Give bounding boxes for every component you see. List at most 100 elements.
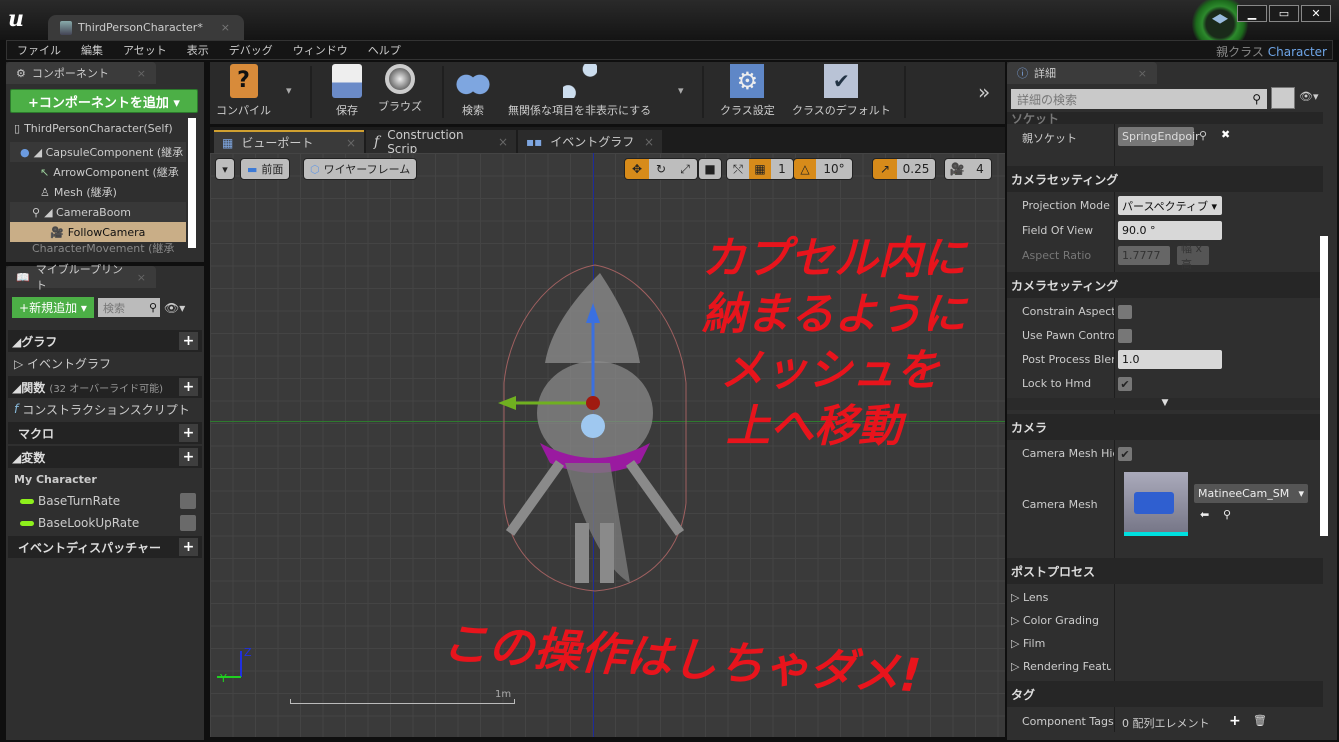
variable-item[interactable]: BaseTurnRate [8,490,202,512]
compile-options-dropdown[interactable]: ▾ [286,84,292,97]
visibility-eye-icon[interactable] [180,515,196,531]
viewport-options-dropdown[interactable]: ▾ [215,158,235,180]
fov-slider-input[interactable]: 90.0 ° [1118,221,1222,240]
pp-color-grading-row[interactable]: ▷ Color Grading [1007,609,1323,633]
surface-snap-icon[interactable]: ⤲ [727,159,749,179]
compile-button[interactable]: ? コンパイル [216,64,271,118]
menu-view[interactable]: 表示 [177,42,219,58]
components-tab[interactable]: ⚙ コンポーネント × [6,62,156,84]
components-scrollbar[interactable] [188,118,196,248]
document-tab[interactable]: ThirdPersonCharacter* × [48,15,244,40]
details-tab[interactable]: ⓘ 詳細 × [1007,62,1157,84]
add-dispatcher-button[interactable]: + [179,538,198,556]
camera-mesh-dropdown[interactable]: MatineeCam_SM ▾ [1194,484,1308,503]
tree-item-cameraboom[interactable]: ⚲ ◢ CameraBoom [10,202,186,222]
close-tab-icon[interactable]: × [221,21,230,34]
save-button[interactable]: 保存 [332,64,362,118]
find-button[interactable]: 検索 [456,64,490,118]
menu-asset[interactable]: アセット [113,42,177,58]
character-mesh-wireframe[interactable] [490,263,700,593]
tree-item-mesh[interactable]: ♙ Mesh (継承) [10,182,186,202]
menu-help[interactable]: ヘルプ [358,42,411,58]
tree-item-movement[interactable]: CharacterMovement (継承 [10,242,186,254]
variable-item[interactable]: BaseLookUpRate [8,512,202,534]
section-camera[interactable]: カメラ [1007,414,1323,440]
close-tab-icon[interactable]: × [498,135,508,149]
add-new-button[interactable]: +新規追加 ▾ [12,297,94,318]
hide-unrelated-button[interactable]: 無関係な項目を非表示にする [508,64,651,118]
section-event-dispatchers[interactable]: イベントディスパッチャー + [8,536,202,558]
use-selected-arrow-icon[interactable]: ⬅ [1200,508,1209,521]
tree-item-capsule[interactable]: ● ◢ CapsuleComponent (継承 [10,142,186,162]
view-options-eye-icon[interactable]: 👁▾ [164,301,185,315]
projection-mode-dropdown[interactable]: パースペクティブ ▾ [1118,196,1222,215]
pp-lens-row[interactable]: ▷ Lens [1007,586,1323,610]
tree-item-self[interactable]: ▯ ThirdPersonCharacter(Self) [10,118,186,138]
my-blueprint-tab[interactable]: 📖 マイブループリント × [6,263,156,292]
section-socket[interactable]: ソケット [1007,112,1323,124]
constrain-aspect-checkbox[interactable] [1118,305,1132,319]
grid-snap-icon[interactable]: ▦ [749,159,771,179]
blueprint-search-input[interactable]: 検索 ⚲ [98,298,160,317]
grid-snap-value[interactable]: 1 [771,159,793,179]
add-function-button[interactable]: + [179,378,198,396]
clear-x-icon[interactable]: ✖ [1221,128,1230,141]
tab-event-graph[interactable]: ▪▪ イベントグラフ × [518,130,662,153]
viewport[interactable]: ▾ ▬ 前面 ⬡ ワイヤーフレーム ✥ ↻ ⤢ ■ ⤲ ▦ 1 △ 10° ↗ 0.… [210,153,1005,737]
class-defaults-button[interactable]: ✔ クラスのデフォルト [792,64,891,118]
section-macros[interactable]: マクロ + [8,422,202,444]
tree-item-arrow[interactable]: ↖ ArrowComponent (継承 [10,162,186,182]
maximize-button[interactable]: ▭ [1269,5,1299,22]
section-post-process[interactable]: ポストプロセス [1007,558,1323,584]
close-tab-icon[interactable]: × [644,135,654,149]
property-matrix-button[interactable] [1271,87,1295,109]
mesh-hidden-checkbox[interactable]: ✔ [1118,447,1132,461]
pawn-control-checkbox[interactable] [1118,329,1132,343]
section-camera-settings-2[interactable]: カメラセッティング [1007,272,1323,298]
delete-trash-icon[interactable]: 🗑 [1253,714,1267,727]
menu-file[interactable]: ファイル [7,42,71,58]
lock-hmd-checkbox[interactable]: ✔ [1118,377,1132,391]
visibility-eye-icon[interactable] [180,493,196,509]
rotation-snap-value[interactable]: 10° [816,159,852,179]
event-graph-item[interactable]: ▷ イベントグラフ [8,352,202,374]
tab-viewport[interactable]: ▦ ビューポート × [214,130,364,153]
rotate-icon[interactable]: ↻ [649,159,673,179]
section-variables[interactable]: ◢変数 + [8,446,202,468]
construction-script-item[interactable]: f コンストラクションスクリプト [8,398,202,420]
tree-item-followcamera[interactable]: 🎥 FollowCamera [10,222,186,242]
close-tab-icon[interactable]: × [137,271,146,284]
section-graphs[interactable]: ◢グラフ + [8,330,202,352]
browse-search-icon[interactable]: ⚲ [1199,129,1207,142]
variable-category[interactable]: My Character [8,468,202,490]
gizmo-center[interactable] [586,396,600,410]
tab-construction-script[interactable]: f Construction Scrip × [366,128,516,156]
menu-debug[interactable]: デバッグ [219,42,283,58]
section-tags[interactable]: タグ [1007,681,1323,707]
hide-unrelated-dropdown[interactable]: ▾ [678,84,684,97]
minimize-button[interactable]: ▁ [1237,5,1267,22]
menu-window[interactable]: ウィンドウ [283,42,358,58]
parent-class-link[interactable]: Character [1268,45,1327,59]
close-tab-icon[interactable]: × [137,67,146,80]
camera-speed-icon[interactable]: 🎥 [945,159,969,179]
advanced-expand-arrow[interactable]: ▼ [1007,398,1323,410]
browse-button[interactable]: ブラウズ [378,64,422,114]
add-component-button[interactable]: +コンポーネントを追加 ▾ [10,89,198,113]
camera-mesh-thumbnail[interactable] [1124,472,1188,536]
add-element-plus-icon[interactable]: + [1229,713,1241,729]
menu-edit[interactable]: 編集 [71,42,113,58]
pp-film-row[interactable]: ▷ Film [1007,632,1323,656]
aspect-preset-dropdown[interactable]: 幅 x 高 [1177,242,1209,271]
close-tab-icon[interactable]: × [1138,67,1147,80]
parent-socket-value[interactable]: SpringEndpoir [1118,127,1200,146]
browse-search-icon[interactable]: ⚲ [1223,508,1231,521]
add-macro-button[interactable]: + [179,424,198,442]
toolbar-overflow-button[interactable]: » [978,80,990,104]
camera-speed-value[interactable]: 4 [969,159,991,179]
add-graph-button[interactable]: + [179,332,198,350]
world-cube-icon[interactable]: ■ [699,159,721,179]
wireframe-mode-button[interactable]: ⬡ ワイヤーフレーム [303,158,418,180]
section-camera-settings-1[interactable]: カメラセッティング [1007,166,1323,192]
details-scrollbar[interactable] [1320,236,1328,536]
